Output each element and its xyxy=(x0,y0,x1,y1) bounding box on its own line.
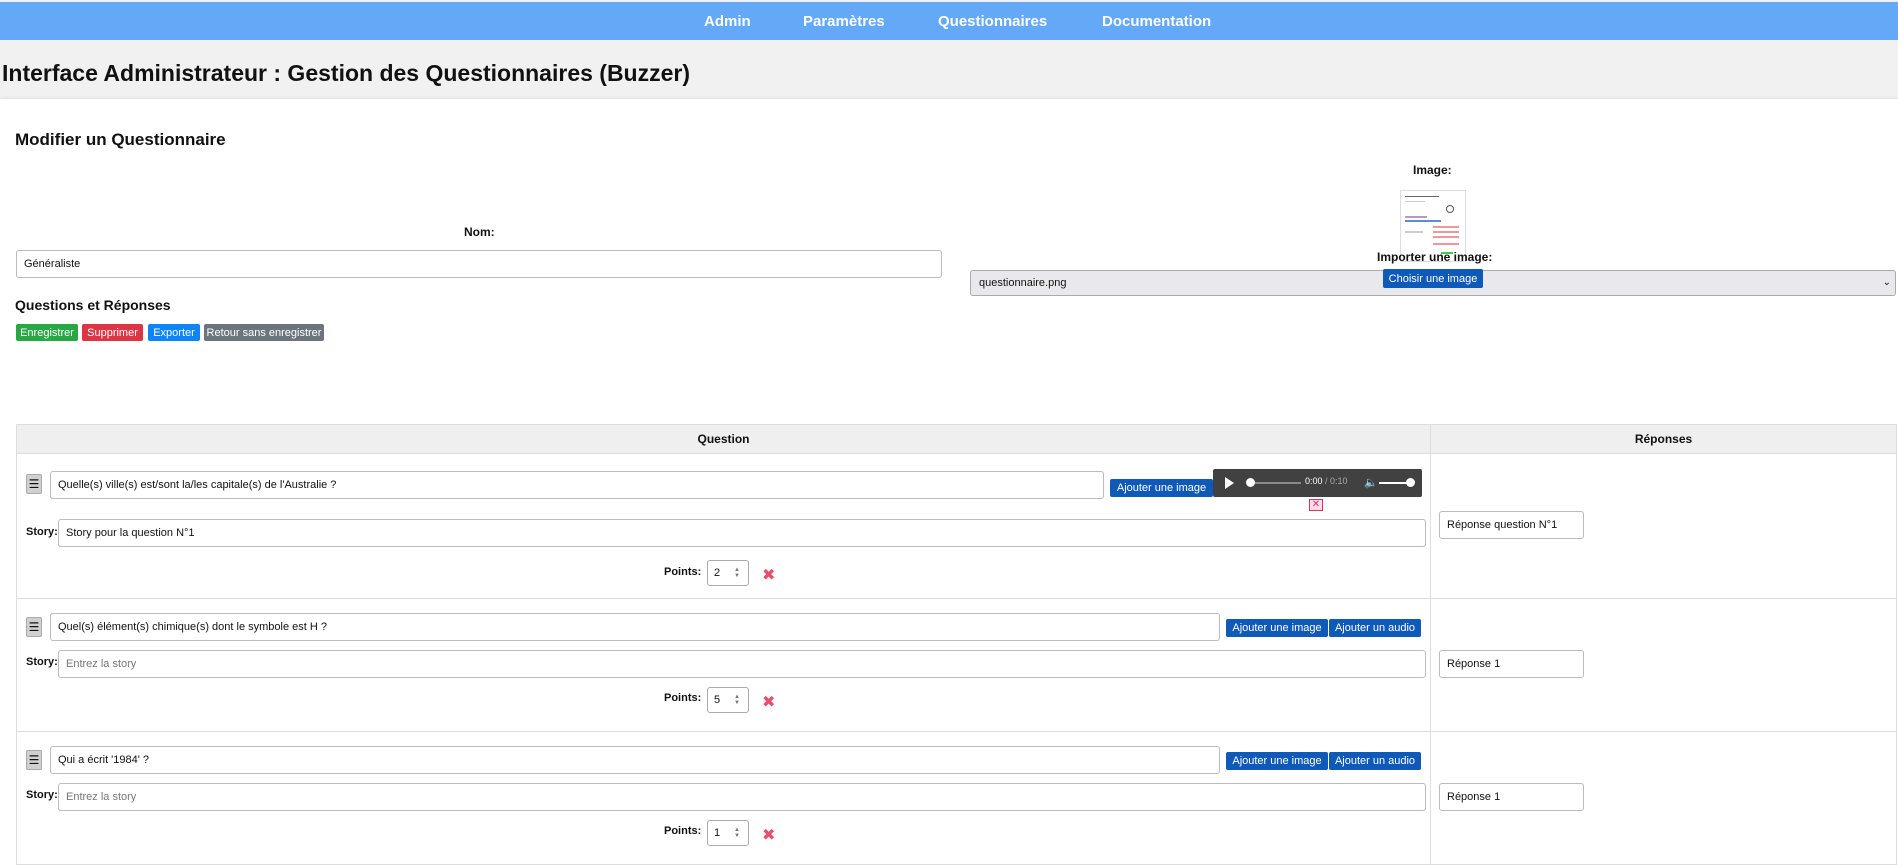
question-cell: ☰ Ajouter une image 0:00 / 0:10 🔈 ✕ Stor… xyxy=(16,453,1431,599)
stepper-arrows-icon[interactable]: ▲ ▼ xyxy=(732,694,742,706)
points-stepper[interactable]: 5 ▲ ▼ xyxy=(707,687,749,713)
audio-progress-track[interactable] xyxy=(1251,482,1301,484)
points-value: 2 xyxy=(714,567,721,579)
points-stepper[interactable]: 2 ▲ ▼ xyxy=(707,560,749,586)
name-label: Nom: xyxy=(464,225,495,239)
question-input[interactable] xyxy=(50,471,1104,499)
editor-heading: Modifier un Questionnaire xyxy=(15,130,226,149)
points-label: Points: xyxy=(664,692,702,704)
drag-handle-icon[interactable]: ☰ xyxy=(26,474,42,494)
add-audio-button[interactable]: Ajouter un audio xyxy=(1329,619,1421,637)
qa-heading: Questions et Réponses xyxy=(15,297,171,313)
top-navigation: Admin Paramètres Questionnaires Document… xyxy=(0,2,1898,40)
nav-admin[interactable]: Admin xyxy=(704,13,751,30)
editor-card: Modifier un Questionnaire Nom: Image: qu… xyxy=(0,99,1898,865)
audio-player[interactable]: 0:00 / 0:10 🔈 xyxy=(1213,469,1422,497)
points-value: 5 xyxy=(714,694,721,706)
answer-input[interactable] xyxy=(1439,783,1584,811)
nav-questionnaires[interactable]: Questionnaires xyxy=(938,13,1047,30)
volume-knob[interactable] xyxy=(1406,478,1415,487)
points-label: Points: xyxy=(664,566,702,578)
save-button[interactable]: Enregistrer xyxy=(16,324,78,341)
volume-icon[interactable]: 🔈 xyxy=(1364,476,1378,489)
drag-handle-icon[interactable]: ☰ xyxy=(26,750,42,770)
questions-table: Question Réponses ☰ Ajouter une image 0:… xyxy=(16,424,1897,865)
answers-cell xyxy=(1430,731,1897,865)
story-input[interactable] xyxy=(58,519,1426,547)
delete-button[interactable]: Supprimer xyxy=(82,324,143,341)
answers-cell xyxy=(1430,598,1897,732)
delete-question-icon[interactable]: ✖ xyxy=(762,568,775,584)
answer-input[interactable] xyxy=(1439,511,1584,539)
audio-time: 0:00 / 0:10 xyxy=(1305,476,1348,486)
add-audio-button[interactable]: Ajouter un audio xyxy=(1329,752,1421,770)
story-label: Story: xyxy=(26,656,58,668)
answers-cell xyxy=(1430,453,1897,599)
delete-question-icon[interactable]: ✖ xyxy=(762,828,775,844)
story-label: Story: xyxy=(26,526,58,538)
audio-duration: 0:10 xyxy=(1330,476,1348,486)
question-input[interactable] xyxy=(50,746,1220,774)
image-select-value: questionnaire.png xyxy=(979,277,1067,289)
question-cell: ☰ Ajouter une image Ajouter un audio Sto… xyxy=(16,731,1431,865)
add-image-button[interactable]: Ajouter une image xyxy=(1226,619,1328,637)
delete-question-icon[interactable]: ✖ xyxy=(762,695,775,711)
export-button[interactable]: Exporter xyxy=(148,324,200,341)
stepper-arrows-icon[interactable]: ▲ ▼ xyxy=(732,567,742,579)
choose-image-button[interactable]: Choisir une image xyxy=(1383,269,1483,288)
table-row: ☰ Ajouter une image Ajouter un audio Sto… xyxy=(16,598,1897,732)
points-stepper[interactable]: 1 ▲ ▼ xyxy=(707,820,749,846)
add-image-button[interactable]: Ajouter une image xyxy=(1110,479,1213,497)
page-title: Interface Administrateur : Gestion des Q… xyxy=(2,60,691,86)
story-input[interactable] xyxy=(58,650,1426,678)
remove-audio-icon[interactable]: ✕ xyxy=(1309,499,1323,511)
story-label: Story: xyxy=(26,789,58,801)
audio-current-time: 0:00 xyxy=(1305,476,1323,486)
nav-parametres[interactable]: Paramètres xyxy=(803,13,885,30)
stepper-arrows-icon[interactable]: ▲ ▼ xyxy=(732,827,742,839)
question-cell: ☰ Ajouter une image Ajouter un audio Sto… xyxy=(16,598,1431,732)
name-input[interactable] xyxy=(16,250,942,278)
table-row: ☰ Ajouter une image Ajouter un audio Sto… xyxy=(16,731,1897,865)
image-label: Image: xyxy=(1413,163,1452,177)
points-value: 1 xyxy=(714,827,721,839)
chevron-down-icon: ⌄ xyxy=(1882,277,1891,288)
nav-documentation[interactable]: Documentation xyxy=(1102,13,1211,30)
answer-input[interactable] xyxy=(1439,650,1584,678)
play-icon[interactable] xyxy=(1225,477,1234,489)
back-without-saving-button[interactable]: Retour sans enregistrer xyxy=(204,324,324,341)
drag-handle-icon[interactable]: ☰ xyxy=(26,617,42,637)
table-row: ☰ Ajouter une image 0:00 / 0:10 🔈 ✕ Stor… xyxy=(16,453,1897,599)
import-image-label: Importer une image: xyxy=(1377,250,1493,264)
column-header-answers: Réponses xyxy=(1430,424,1897,454)
column-header-question: Question xyxy=(16,424,1431,454)
story-input[interactable] xyxy=(58,783,1426,811)
add-image-button[interactable]: Ajouter une image xyxy=(1226,752,1328,770)
question-input[interactable] xyxy=(50,613,1220,641)
volume-track[interactable] xyxy=(1379,482,1407,484)
points-label: Points: xyxy=(664,825,702,837)
audio-progress-knob[interactable] xyxy=(1246,478,1255,487)
